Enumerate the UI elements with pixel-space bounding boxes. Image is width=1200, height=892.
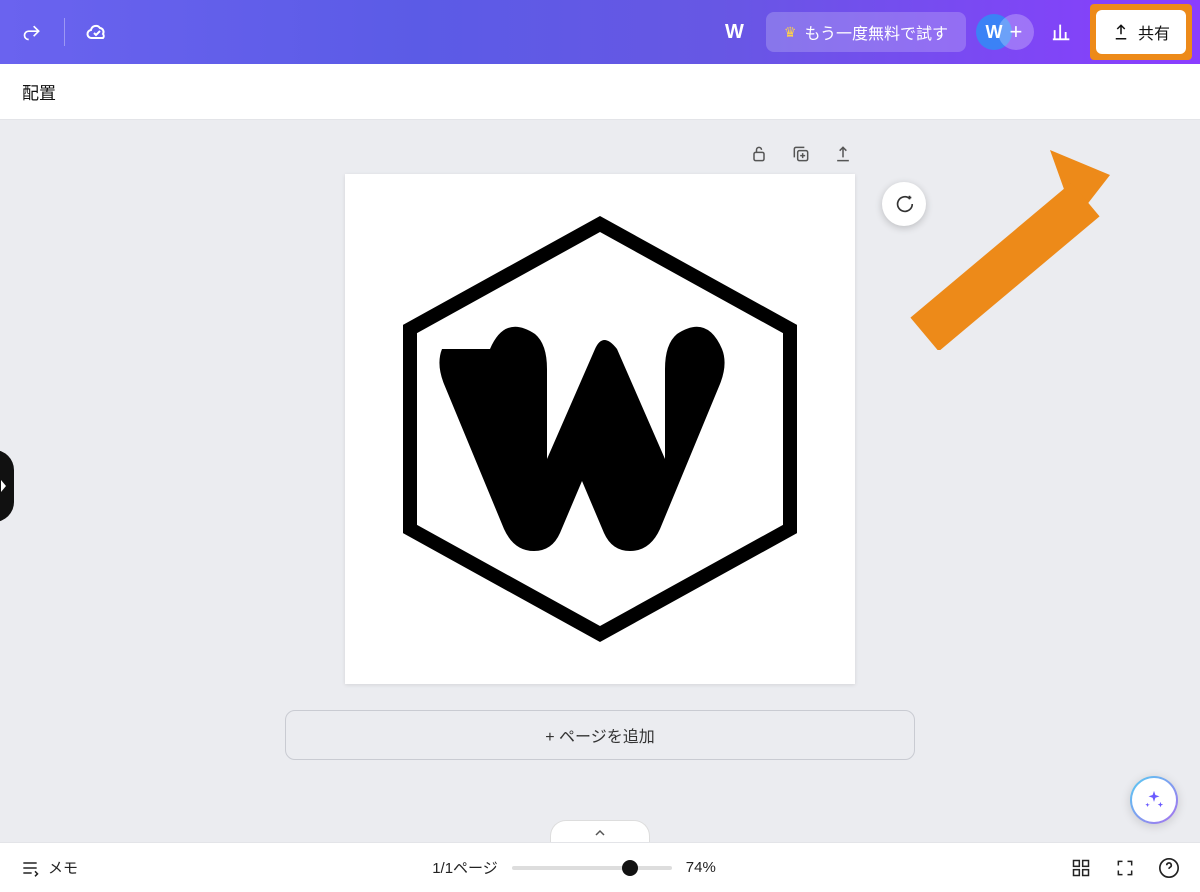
- document-title[interactable]: W: [725, 21, 744, 44]
- zoom-slider[interactable]: [512, 866, 672, 870]
- footer-bar: メモ 1/1ページ 74%: [0, 842, 1200, 892]
- design-page[interactable]: [345, 174, 855, 684]
- position-label[interactable]: 配置: [22, 79, 56, 104]
- share-label: 共有: [1138, 20, 1170, 44]
- add-page-button[interactable]: + ページを追加: [285, 710, 915, 760]
- toolbar: 配置: [0, 64, 1200, 120]
- collapse-pages-handle[interactable]: [550, 820, 650, 842]
- share-button[interactable]: 共有: [1096, 10, 1186, 54]
- duplicate-page-icon[interactable]: [789, 142, 813, 166]
- notes-button[interactable]: メモ: [20, 857, 78, 878]
- notes-label: メモ: [48, 857, 78, 878]
- page-indicator[interactable]: 1/1ページ: [432, 857, 498, 878]
- crown-icon: ♛: [784, 24, 797, 41]
- try-pro-button[interactable]: ♛ もう一度無料で試す: [766, 12, 966, 52]
- try-pro-label: もう一度無料で試す: [804, 20, 948, 44]
- top-header: W ♛ もう一度無料で試す W + 共有: [0, 0, 1200, 64]
- analytics-icon[interactable]: [1044, 14, 1080, 50]
- annotation-arrow: [870, 150, 1110, 350]
- header-right-group: W ♛ もう一度無料で試す W + 共有: [725, 4, 1192, 60]
- add-collaborator-button[interactable]: +: [998, 14, 1034, 50]
- magic-comment-button[interactable]: [882, 182, 926, 226]
- upload-page-icon[interactable]: [831, 142, 855, 166]
- cloud-sync-icon[interactable]: [79, 14, 115, 50]
- ai-assistant-button[interactable]: [1130, 776, 1178, 824]
- design-content: [370, 199, 830, 659]
- notes-icon: [20, 858, 40, 878]
- help-icon[interactable]: [1158, 857, 1180, 879]
- add-page-label: + ページを追加: [545, 723, 654, 747]
- page-actions-row: [0, 142, 1200, 166]
- zoom-value[interactable]: 74%: [686, 859, 716, 876]
- grid-view-icon[interactable]: [1070, 857, 1092, 879]
- lock-icon[interactable]: [747, 142, 771, 166]
- redo-icon[interactable]: [14, 14, 50, 50]
- upload-icon: [1112, 23, 1130, 41]
- header-left-group: [0, 14, 115, 50]
- canvas-area: + ページを追加: [0, 120, 1200, 842]
- header-divider: [64, 18, 65, 46]
- share-highlight: 共有: [1090, 4, 1192, 60]
- fullscreen-icon[interactable]: [1114, 857, 1136, 879]
- sparkle-icon: [1143, 789, 1165, 811]
- sidebar-expand-handle[interactable]: [0, 450, 14, 522]
